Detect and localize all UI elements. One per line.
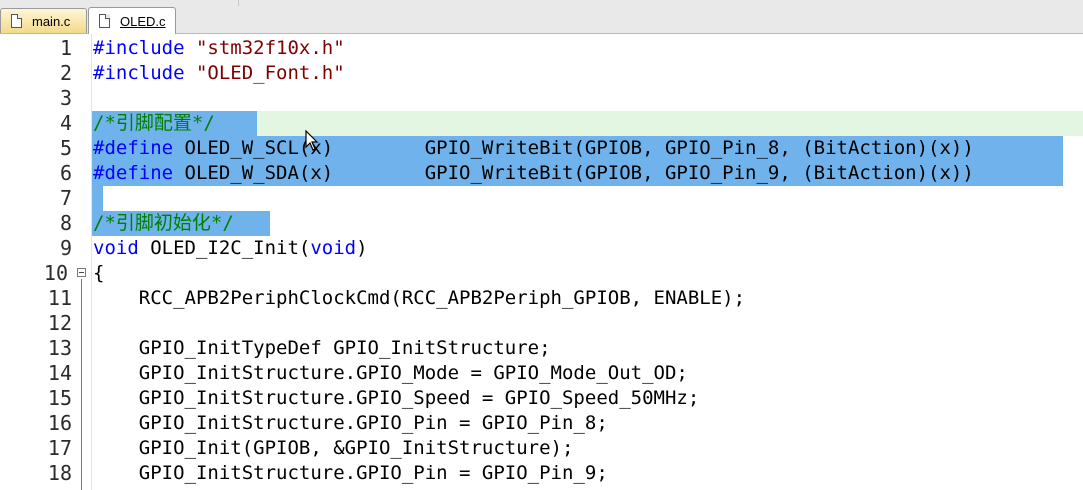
line-number: 14: [47, 361, 72, 385]
punctuation: ): [356, 237, 368, 259]
code-line[interactable]: 8 /*引脚初始化*/: [0, 211, 1083, 236]
comment: /*引脚配置*/: [93, 112, 215, 134]
code-line[interactable]: 1 #include "stm32f10x.h": [0, 36, 1083, 61]
code-line[interactable]: 10 {: [0, 261, 1083, 286]
line-number: 2: [59, 61, 72, 85]
code-text: GPIO_InitStructure.GPIO_Pin = GPIO_Pin_9…: [93, 462, 608, 484]
line-number: 18: [47, 461, 72, 485]
line-number: 12: [47, 311, 72, 335]
file-icon: [99, 14, 110, 28]
line-number: 9: [59, 236, 72, 260]
code-line[interactable]: 11 RCC_APB2PeriphClockCmd(RCC_APB2Periph…: [0, 286, 1083, 311]
code-line[interactable]: 6 #define OLED_W_SDA(x) GPIO_WriteBit(GP…: [0, 161, 1083, 186]
code-line[interactable]: 9 void OLED_I2C_Init(void): [0, 236, 1083, 261]
preprocessor-directive: #define: [93, 137, 174, 159]
code-text: GPIO_InitStructure.GPIO_Pin = GPIO_Pin_8…: [93, 412, 608, 434]
code-text: GPIO_InitStructure.GPIO_Speed = GPIO_Spe…: [93, 387, 700, 409]
text-selection: [92, 186, 103, 211]
tab-separator: [238, 0, 239, 6]
code-text: RCC_APB2PeriphClockCmd(RCC_APB2Periph_GP…: [93, 287, 746, 309]
code-line[interactable]: 3: [0, 86, 1083, 111]
code-line[interactable]: 17 GPIO_Init(GPIOB, &GPIO_InitStructure)…: [0, 436, 1083, 461]
comment: /*引脚初始化*/: [93, 212, 234, 234]
keyword: void: [93, 237, 139, 259]
string-literal: "stm32f10x.h": [195, 37, 345, 59]
code-editor[interactable]: 1 #include "stm32f10x.h" 2 #include "OLE…: [0, 34, 1083, 490]
keyword: void: [310, 237, 357, 259]
macro-definition: OLED_W_SDA(x) GPIO_WriteBit(GPIOB, GPIO_…: [173, 162, 974, 184]
code-text: {: [93, 262, 105, 284]
line-number: 11: [47, 286, 72, 310]
preprocessor-directive: #include: [93, 62, 196, 84]
code-line[interactable]: 7: [0, 186, 1083, 211]
code-text: GPIO_InitTypeDef GPIO_InitStructure;: [93, 337, 551, 359]
line-number: 15: [47, 386, 72, 410]
code-line[interactable]: 12: [0, 311, 1083, 336]
file-icon: [11, 14, 22, 28]
tab-main-c[interactable]: main.c: [0, 8, 87, 33]
macro-definition: OLED_W_SCL(x) GPIO_WriteBit(GPIOB, GPIO_…: [173, 137, 974, 159]
code-text: #define OLED_W_SDA(x) GPIO_WriteBit(GPIO…: [93, 161, 974, 186]
code-line-current[interactable]: 4 /*引脚配置*/: [0, 111, 1083, 136]
code-line[interactable]: 2 #include "OLED_Font.h": [0, 61, 1083, 86]
line-number: 7: [59, 186, 72, 210]
line-number: 13: [47, 336, 72, 360]
code-line[interactable]: 15 GPIO_InitStructure.GPIO_Speed = GPIO_…: [0, 386, 1083, 411]
function-signature: OLED_I2C_Init(: [138, 237, 311, 259]
tab-label: main.c: [32, 13, 71, 29]
code-text: #include "OLED_Font.h": [93, 61, 345, 86]
line-number: 6: [59, 161, 72, 185]
string-literal: "OLED_Font.h": [195, 62, 345, 84]
line-number: 1: [59, 36, 72, 60]
tab-oled-c[interactable]: OLED.c: [88, 7, 176, 34]
code-text: GPIO_InitStructure.GPIO_Mode = GPIO_Mode…: [93, 362, 688, 384]
line-number: 16: [47, 411, 72, 435]
tab-label: OLED.c: [120, 13, 166, 29]
line-number: 3: [59, 86, 72, 110]
code-text: void OLED_I2C_Init(void): [93, 236, 368, 261]
line-number: 8: [59, 211, 72, 235]
line-number: 10: [43, 261, 68, 285]
line-number: 4: [59, 111, 72, 135]
code-line[interactable]: 13 GPIO_InitTypeDef GPIO_InitStructure;: [0, 336, 1083, 361]
code-line[interactable]: 5 #define OLED_W_SCL(x) GPIO_WriteBit(GP…: [0, 136, 1083, 161]
line-number: 17: [47, 436, 72, 460]
code-line[interactable]: 18 GPIO_InitStructure.GPIO_Pin = GPIO_Pi…: [0, 461, 1083, 486]
preprocessor-directive: #include: [93, 37, 196, 59]
code-text: #include "stm32f10x.h": [93, 36, 345, 61]
fold-collapse-icon[interactable]: [77, 268, 86, 277]
code-line[interactable]: 14 GPIO_InitStructure.GPIO_Mode = GPIO_M…: [0, 361, 1083, 386]
editor-tab-bar: main.c OLED.c: [0, 0, 1083, 34]
code-line[interactable]: 16 GPIO_InitStructure.GPIO_Pin = GPIO_Pi…: [0, 411, 1083, 436]
code-text: GPIO_Init(GPIOB, &GPIO_InitStructure);: [93, 437, 574, 459]
preprocessor-directive: #define: [93, 162, 174, 184]
code-text: #define OLED_W_SCL(x) GPIO_WriteBit(GPIO…: [93, 136, 974, 161]
line-number: 5: [59, 136, 72, 160]
